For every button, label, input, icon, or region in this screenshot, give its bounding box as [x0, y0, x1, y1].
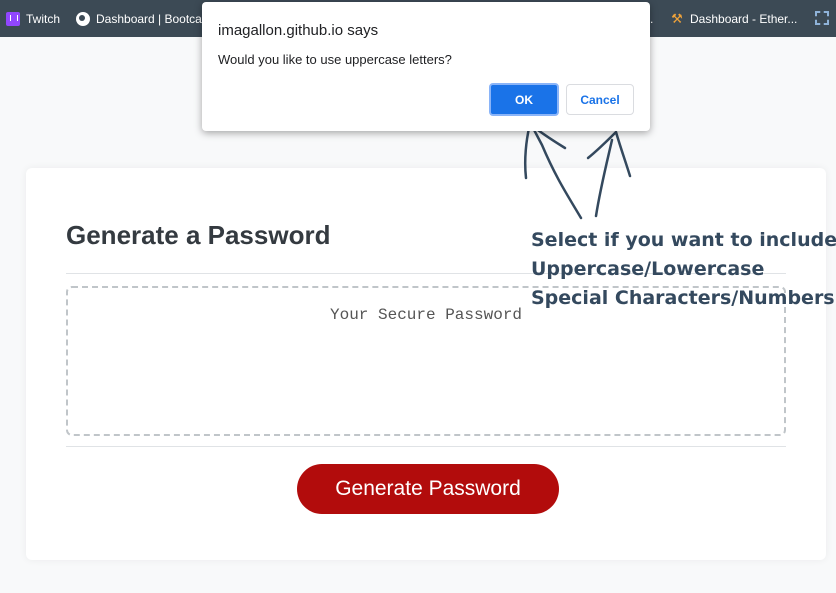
dialog-message: Would you like to use uppercase letters?	[218, 52, 452, 67]
alert-dialog: imagallon.github.io says Would you like …	[202, 2, 650, 131]
ok-button[interactable]: OK	[489, 83, 559, 116]
cancel-button[interactable]: Cancel	[566, 84, 634, 115]
arrow-to-cancel	[586, 130, 632, 218]
dialog-title: imagallon.github.io says	[218, 22, 379, 39]
arrow-to-ok	[523, 122, 583, 220]
